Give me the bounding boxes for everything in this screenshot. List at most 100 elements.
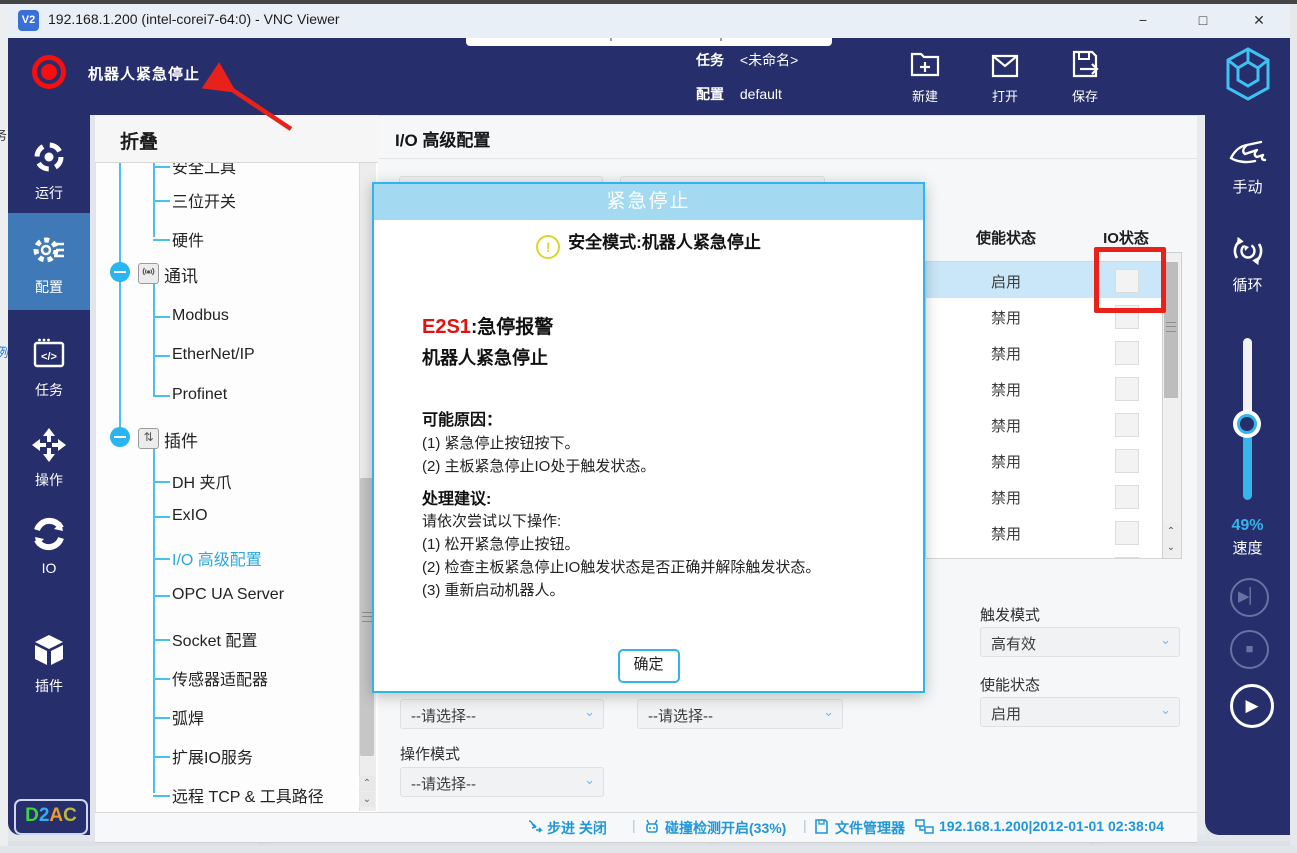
- save-button-label: 保存: [1056, 86, 1114, 105]
- table-scroll-down-button[interactable]: ⌄: [1163, 540, 1179, 556]
- updown-arrows-icon: ⇅: [138, 428, 159, 449]
- warning-icon: !: [536, 235, 560, 259]
- chevron-down-icon: ⌄: [584, 704, 595, 720]
- io-state-checkbox[interactable]: [1115, 557, 1139, 559]
- play-button[interactable]: ▶: [1230, 684, 1274, 728]
- maximize-button[interactable]: □: [1180, 4, 1226, 37]
- vnc-toolbar-tick: [720, 38, 722, 41]
- file-manager-icon: [813, 818, 830, 835]
- open-button[interactable]: 打开: [976, 44, 1034, 108]
- tree-item[interactable]: 弧焊: [172, 705, 204, 729]
- tree-item[interactable]: 扩展IO服务: [172, 744, 253, 768]
- tree-item[interactable]: OPC UA Server: [172, 586, 284, 604]
- table-row[interactable]: 禁用: [926, 514, 1162, 551]
- close-button[interactable]: ✕: [1236, 4, 1282, 37]
- new-button[interactable]: 新建: [896, 44, 954, 108]
- io-state-checkbox[interactable]: [1115, 485, 1139, 509]
- chevron-down-icon: ⌄: [1160, 702, 1171, 718]
- table-row[interactable]: 禁用: [926, 442, 1162, 479]
- table-row-partial[interactable]: 禁用: [926, 550, 1162, 559]
- trigger-mode-select[interactable]: 高有效 ⌄: [980, 627, 1180, 657]
- tree-scroll-up-button[interactable]: ⌃: [359, 776, 375, 791]
- file-manager-link[interactable]: 文件管理器: [835, 818, 905, 838]
- page-title: I/O 高级配置: [395, 126, 490, 151]
- placeholder-value: --请选择--: [411, 705, 476, 726]
- tree-collapse-toggle[interactable]: [110, 262, 130, 282]
- config-tree-panel: [95, 115, 380, 813]
- sidebar-item-run[interactable]: 运行: [8, 123, 90, 215]
- table-row[interactable]: 禁用: [926, 334, 1162, 371]
- sidebar-item-io[interactable]: IO: [8, 500, 90, 592]
- vnc-toolbar-sliver[interactable]: [466, 38, 832, 46]
- table-scroll-up-button[interactable]: ⌃: [1163, 524, 1179, 540]
- io-state-checkbox[interactable]: [1115, 521, 1139, 545]
- vnc-toolbar-tick: [610, 38, 612, 41]
- sidebar-item-operate[interactable]: 操作: [8, 410, 90, 502]
- network-icon: [915, 818, 934, 835]
- error-code-line: E2S1:急停报警: [422, 312, 553, 339]
- background-window-fragment: 例: [0, 342, 8, 361]
- suggestion-item: (3) 重新启动机器人。: [422, 579, 565, 600]
- manual-hand-icon: [1227, 132, 1269, 170]
- tree-item[interactable]: Socket 配置: [172, 627, 257, 651]
- minimize-button[interactable]: −: [1120, 4, 1166, 37]
- io-state-checkbox[interactable]: [1115, 377, 1139, 401]
- step-mode-status[interactable]: 步进 关闭: [547, 818, 607, 838]
- sidebar-item-label: 运行: [8, 183, 90, 203]
- tree-item[interactable]: 远程 TCP & 工具路径: [172, 783, 324, 807]
- op-mode-label: 操作模式: [400, 743, 460, 764]
- run-target-icon: [31, 139, 67, 175]
- app-logo: [1224, 46, 1272, 102]
- ip-and-datetime: 192.168.1.200|2012-01-01 02:38:04: [939, 818, 1164, 834]
- table-row[interactable]: 禁用: [926, 370, 1162, 407]
- tree-item[interactable]: 三位开关: [172, 188, 236, 212]
- tree-item-selected[interactable]: I/O 高级配置: [172, 546, 262, 570]
- step-forward-button[interactable]: ▶▏: [1230, 578, 1269, 617]
- tree-item[interactable]: 硬件: [172, 227, 204, 251]
- suggestion-intro: 请依次尝试以下操作:: [422, 510, 561, 531]
- estop-indicator-dot: [41, 64, 57, 80]
- scrollbar-grip: [1166, 322, 1176, 332]
- sidebar-item-config[interactable]: 配置: [8, 213, 90, 310]
- tree-scroll-down-button[interactable]: ⌄: [359, 792, 375, 807]
- sidebar-item-task[interactable]: </> 任务: [8, 320, 90, 412]
- select-dropdown-1[interactable]: --请选择-- ⌄: [400, 699, 604, 729]
- table-row[interactable]: 禁用: [926, 478, 1162, 515]
- tree-item[interactable]: 传感器适配器: [172, 666, 268, 690]
- enable-state-label: 使能状态: [980, 674, 1040, 695]
- vnc-app-icon: V2: [18, 10, 39, 31]
- speed-slider-handle[interactable]: [1233, 410, 1261, 438]
- tree-collapse-toggle[interactable]: [110, 427, 130, 447]
- op-mode-select[interactable]: --请选择-- ⌄: [400, 767, 604, 797]
- tree-item[interactable]: EtherNet/IP: [172, 346, 255, 364]
- select-dropdown-2[interactable]: --请选择-- ⌄: [637, 699, 843, 729]
- tree-item-parent[interactable]: 通讯: [164, 262, 198, 287]
- manual-mode-label[interactable]: 手动: [1205, 176, 1290, 197]
- brand-badge-d2ac[interactable]: D2AC: [14, 799, 88, 835]
- vnc-window-title: 192.168.1.200 (intel-corei7-64:0) - VNC …: [48, 11, 340, 27]
- sidebar-item-label: 配置: [8, 277, 90, 297]
- table-row[interactable]: 禁用: [926, 406, 1162, 443]
- cycle-icon: [1227, 230, 1269, 272]
- tree-item[interactable]: Profinet: [172, 386, 227, 404]
- enable-state-cell: 禁用: [926, 451, 1086, 472]
- sidebar-item-plugin[interactable]: 插件: [8, 616, 90, 708]
- tree-item[interactable]: Modbus: [172, 307, 229, 325]
- io-state-checkbox[interactable]: [1115, 413, 1139, 437]
- tree-item-parent[interactable]: 插件: [164, 427, 198, 452]
- enable-state-select[interactable]: 启用 ⌄: [980, 697, 1180, 727]
- tree-header-label[interactable]: 折叠: [120, 127, 158, 154]
- io-state-checkbox[interactable]: [1115, 449, 1139, 473]
- sidebar-item-label: 任务: [8, 380, 90, 400]
- tree-item[interactable]: DH 夹爪: [172, 469, 232, 493]
- right-gap: [1197, 115, 1205, 835]
- cycle-mode-label[interactable]: 循环: [1205, 274, 1290, 295]
- stop-button[interactable]: ■: [1230, 630, 1269, 669]
- io-state-checkbox[interactable]: [1115, 341, 1139, 365]
- error-description: 机器人紧急停止: [422, 344, 548, 370]
- dialog-alert-line: !安全模式:机器人紧急停止: [374, 228, 923, 259]
- tree-item[interactable]: ExIO: [172, 507, 208, 525]
- collision-detect-status[interactable]: 碰撞检测开启(33%): [665, 818, 786, 838]
- save-button[interactable]: 保存: [1056, 44, 1114, 108]
- ok-button[interactable]: 确定: [618, 649, 680, 683]
